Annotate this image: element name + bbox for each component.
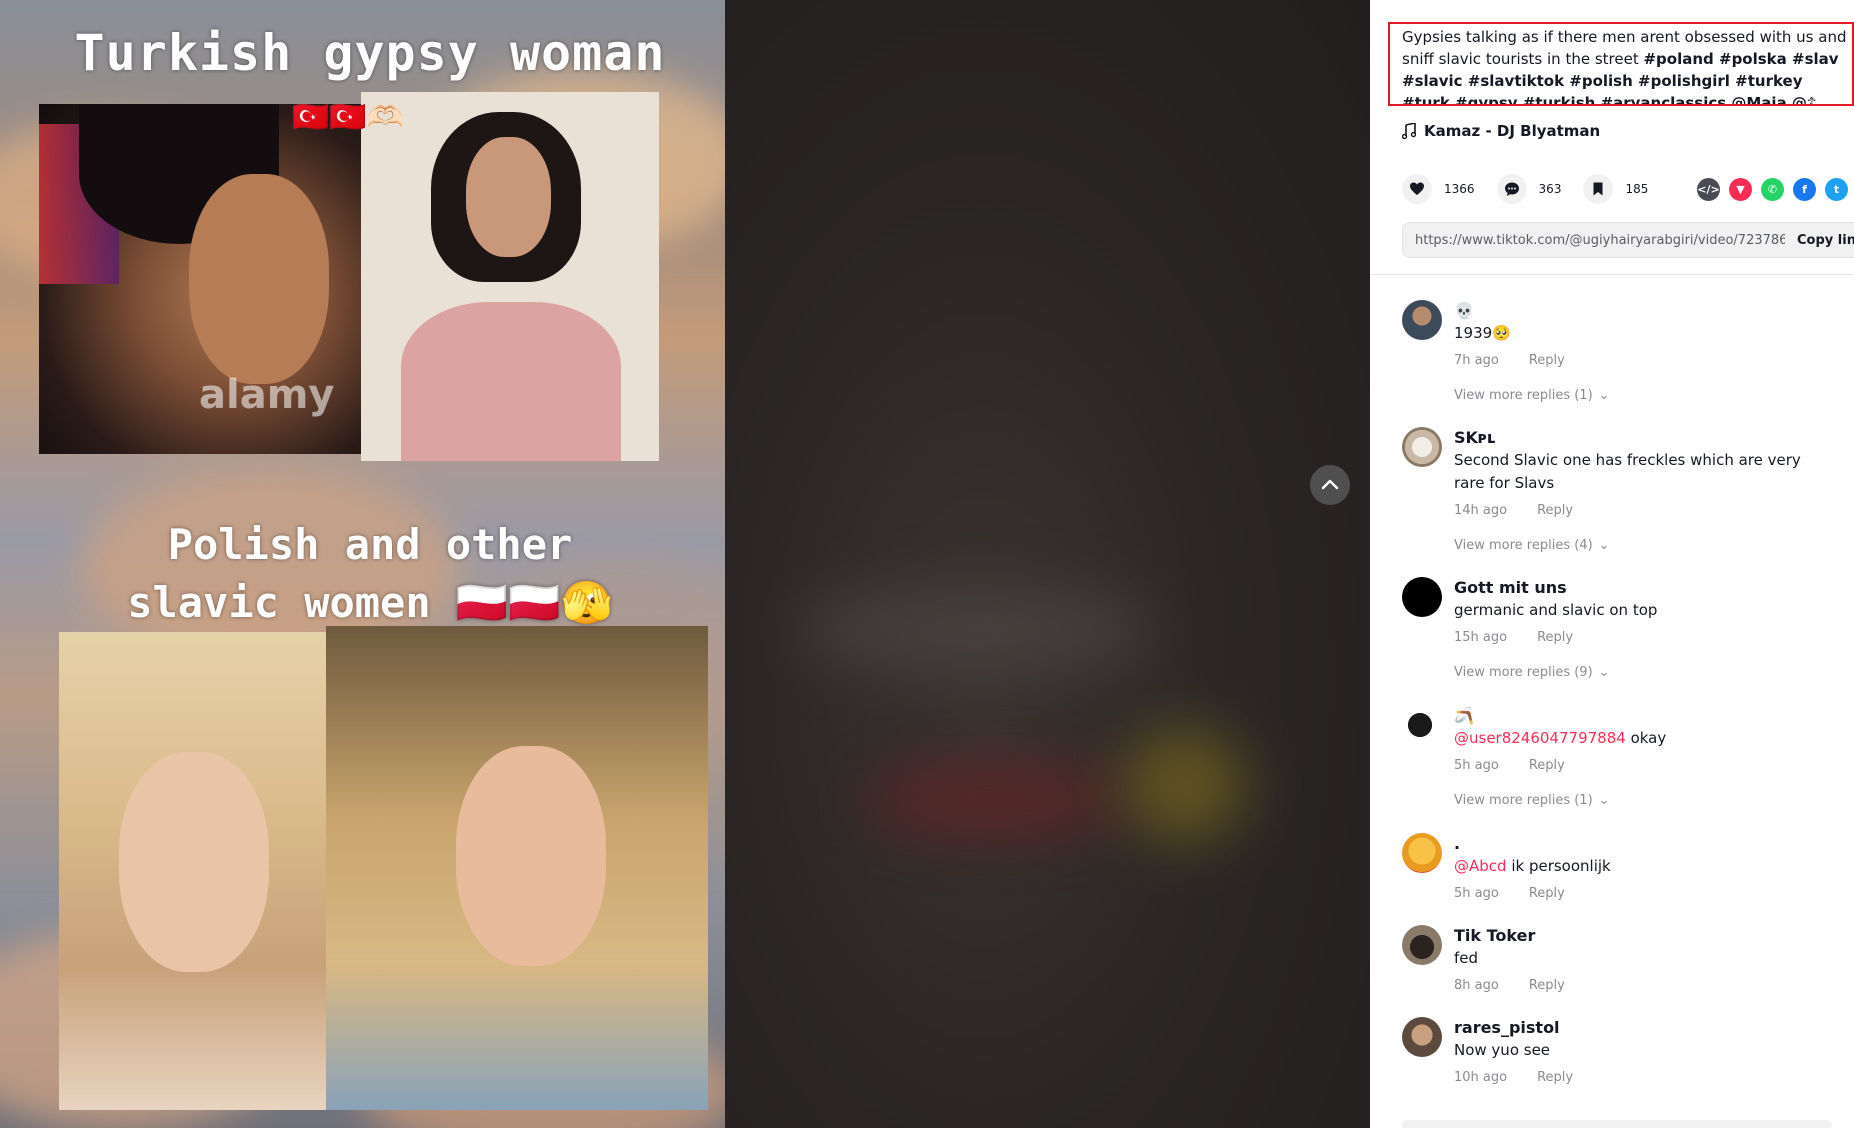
- details-panel: Gypsies talking as if there men arent ob…: [1370, 0, 1854, 1128]
- share-buttons: </> ▼ ✆ f t: [1697, 178, 1848, 201]
- photo-slavic-woman-2: [326, 626, 708, 1110]
- comment-time: 14h ago: [1454, 503, 1508, 518]
- comment-text: @user8246047797884 okay: [1454, 727, 1834, 750]
- comment-author[interactable]: SKᴘʟ: [1454, 427, 1834, 449]
- divider: [1370, 274, 1854, 275]
- share-link-row: https://www.tiktok.com/@ugiyhairyarabgir…: [1402, 222, 1854, 258]
- avatar[interactable]: [1402, 1017, 1442, 1057]
- comment-button[interactable]: 363: [1496, 174, 1562, 204]
- music-title: Kamaz - DJ Blyatman: [1424, 122, 1601, 140]
- comment-text: Now yuo see: [1454, 1041, 1551, 1059]
- blur-blob: [795, 590, 1155, 670]
- comment-icon: [1504, 182, 1519, 196]
- reply-button[interactable]: Reply: [1529, 978, 1565, 993]
- view-more-replies[interactable]: View more replies (1) ⌄: [1454, 388, 1834, 403]
- avatar[interactable]: [1402, 705, 1442, 745]
- flag-emojis: 🇹🇷🇹🇷🫶🏻: [292, 100, 405, 135]
- face-shape: [456, 746, 606, 966]
- reply-button[interactable]: Reply: [1529, 758, 1565, 773]
- avatar[interactable]: [1402, 925, 1442, 965]
- heart-icon: [1410, 182, 1424, 195]
- chevron-down-icon: ⌄: [1598, 538, 1610, 553]
- comment-text: 1939🥺: [1454, 324, 1511, 342]
- chevron-down-icon: ⌄: [1598, 665, 1610, 680]
- comment-time: 10h ago: [1454, 1070, 1508, 1085]
- embed-icon[interactable]: </>: [1697, 178, 1720, 201]
- stock-watermark: alamy: [199, 372, 335, 418]
- chevron-down-icon: ⌄: [1598, 388, 1610, 403]
- photo-slavic-woman-1: [59, 632, 326, 1110]
- comment-author[interactable]: 💀: [1454, 300, 1834, 322]
- bookmark-icon: [1593, 182, 1603, 196]
- view-more-replies-label: View more replies (1): [1454, 793, 1593, 808]
- avatar[interactable]: [1402, 577, 1442, 617]
- copy-link-button[interactable]: Copy link: [1785, 233, 1854, 248]
- mention-link[interactable]: @Abcd: [1454, 857, 1507, 875]
- comment-text: germanic and slavic on top: [1454, 601, 1658, 619]
- reply-button[interactable]: Reply: [1529, 886, 1565, 901]
- save-button[interactable]: 185: [1583, 174, 1648, 204]
- send-icon[interactable]: ▼: [1729, 178, 1752, 201]
- video-title-overlay: Turkish gypsy woman: [74, 24, 666, 82]
- view-more-replies[interactable]: View more replies (1) ⌄: [1454, 793, 1834, 808]
- engagement-actions: 1366 363 185: [1402, 174, 1670, 204]
- avatar[interactable]: [1402, 833, 1442, 873]
- face-shape: [466, 137, 551, 257]
- music-link[interactable]: Kamaz - DJ Blyatman: [1402, 122, 1600, 140]
- video-description: Gypsies talking as if there men arent ob…: [1388, 22, 1854, 106]
- chevron-up-icon: [1321, 479, 1339, 490]
- previous-video-button[interactable]: [1310, 465, 1350, 505]
- comment-author[interactable]: Tik Toker: [1454, 925, 1834, 947]
- view-more-replies-label: View more replies (1): [1454, 388, 1593, 403]
- view-more-replies[interactable]: View more replies (4) ⌄: [1454, 538, 1834, 553]
- reply-button[interactable]: Reply: [1529, 353, 1565, 368]
- view-more-replies-label: View more replies (4): [1454, 538, 1593, 553]
- photo-turkish-woman-2: [361, 92, 659, 461]
- chevron-down-icon: ⌄: [1598, 793, 1610, 808]
- comment-time: 15h ago: [1454, 630, 1508, 645]
- save-count: 185: [1625, 182, 1649, 196]
- comment-author[interactable]: Gott mit uns: [1454, 577, 1834, 599]
- blur-blob: [1125, 730, 1245, 840]
- reply-button[interactable]: Reply: [1537, 630, 1573, 645]
- photo-turkish-woman-1: alamy: [39, 104, 361, 454]
- comment-input-bar[interactable]: [1402, 1120, 1832, 1128]
- comment-text-body: ik persoonlijk: [1506, 857, 1611, 875]
- view-more-replies-label: View more replies (9): [1454, 665, 1593, 680]
- reply-button[interactable]: Reply: [1537, 1070, 1573, 1085]
- reply-button[interactable]: Reply: [1537, 503, 1573, 518]
- music-note-icon: [1402, 123, 1416, 139]
- comment-text-body: okay: [1625, 729, 1667, 747]
- dress-shape: [401, 302, 621, 461]
- twitter-icon[interactable]: t: [1825, 178, 1848, 201]
- avatar[interactable]: [1402, 427, 1442, 467]
- comment-author[interactable]: .: [1454, 833, 1834, 855]
- whatsapp-icon[interactable]: ✆: [1761, 178, 1784, 201]
- blur-blob: [865, 770, 1125, 830]
- comment-time: 7h ago: [1454, 353, 1499, 368]
- view-more-replies[interactable]: View more replies (9) ⌄: [1454, 665, 1834, 680]
- mention-link[interactable]: @user8246047797884: [1454, 729, 1626, 747]
- avatar[interactable]: [1402, 300, 1442, 340]
- share-link-url[interactable]: https://www.tiktok.com/@ugiyhairyarabgir…: [1403, 233, 1785, 248]
- blurred-background: [725, 0, 1370, 1128]
- comment-text: Second Slavic one has freckles which are…: [1454, 451, 1801, 492]
- video-subtitle-overlay: Polish and other slavic women 🇵🇱🇵🇱🫣: [127, 520, 613, 627]
- comment-count: 363: [1538, 182, 1562, 196]
- comment-time: 8h ago: [1454, 978, 1499, 993]
- face-shape: [119, 752, 269, 972]
- facebook-icon[interactable]: f: [1793, 178, 1816, 201]
- comment-text: fed: [1454, 949, 1479, 967]
- comment-author[interactable]: rares_pistol: [1454, 1017, 1834, 1039]
- like-count: 1366: [1444, 182, 1475, 196]
- comment-author[interactable]: 🪃: [1454, 705, 1834, 727]
- video-frame[interactable]: alamy Turkish gypsy woman 🇹🇷🇹🇷🫶🏻 Polish …: [0, 0, 725, 1128]
- comment-text: @Abcd ik persoonlijk: [1454, 855, 1834, 878]
- comment-time: 5h ago: [1454, 758, 1499, 773]
- like-button[interactable]: 1366: [1402, 174, 1475, 204]
- face-shape: [189, 174, 329, 384]
- comment-time: 5h ago: [1454, 886, 1499, 901]
